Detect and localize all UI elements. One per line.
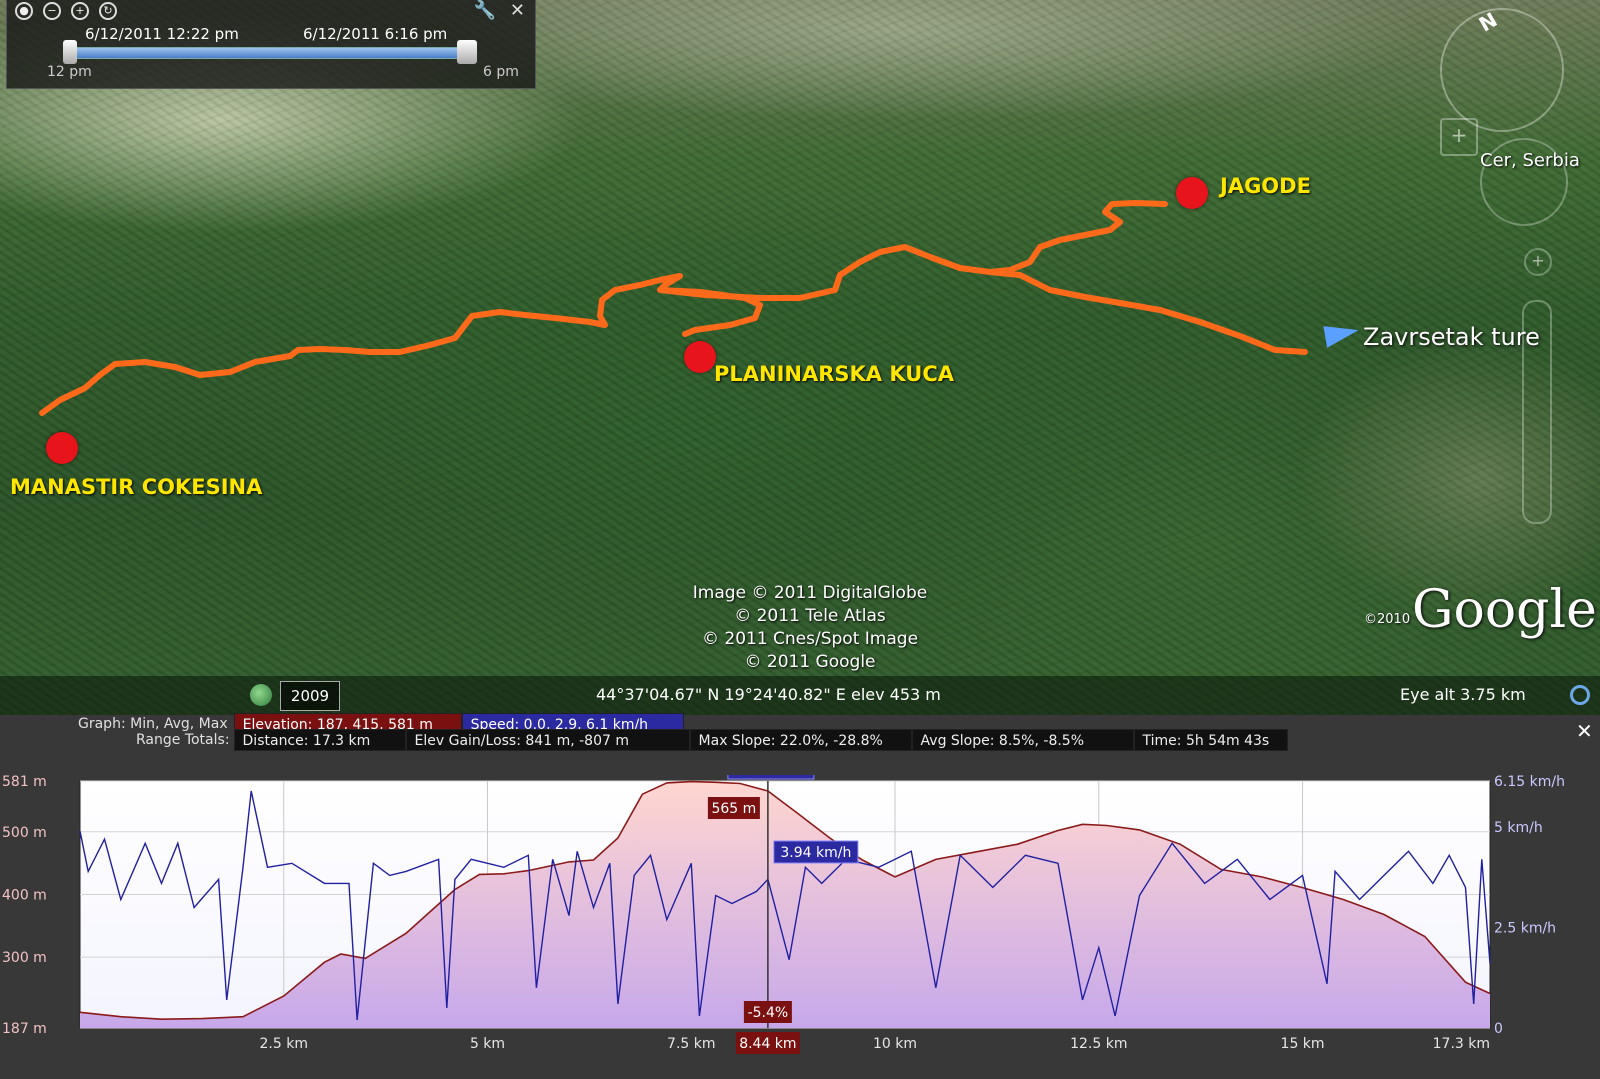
- imagery-year[interactable]: 2009: [280, 681, 340, 711]
- time-stat: Time: 5h 54m 43s: [1133, 729, 1288, 751]
- poi-marker-manastir-cokesina[interactable]: [46, 432, 78, 464]
- left-tick-label: 400 m: [2, 887, 47, 903]
- poi-label-manastir-cokesina: MANASTIR COKESINA: [10, 475, 263, 499]
- time-range-min-label: 12 pm: [47, 64, 92, 80]
- time-slider-end-handle[interactable]: [457, 40, 477, 64]
- place-label: Cer, Serbia: [1480, 150, 1580, 171]
- left-tick-label: 581 m: [2, 775, 47, 790]
- range-totals-label: Range Totals:: [136, 732, 230, 748]
- map-view[interactable]: JAGODE PLANINARSKA KUCA MANASTIR COKESIN…: [0, 0, 1600, 715]
- attribution-line: © 2011 Cnes/Spot Image: [701, 629, 919, 649]
- close-profile-icon[interactable]: ✕: [1576, 719, 1593, 743]
- right-tick-label: 0: [1494, 1021, 1503, 1037]
- time-slider-panel: ● − + ↻ 🔧 ✕ 6/12/2011 12:22 pm 6/12/2011…: [6, 0, 536, 89]
- right-tick-label: 5 km/h: [1494, 820, 1543, 836]
- x-tick-label: 2.5 km: [260, 1036, 308, 1052]
- zoom-out-time-icon[interactable]: −: [43, 2, 61, 20]
- range-totals-row: Range Totals: Distance: 17.3 km Elev Gai…: [136, 729, 1288, 751]
- close-icon[interactable]: ✕: [510, 0, 525, 21]
- cursor-speed-label: 3.94 km/h: [780, 845, 851, 861]
- loop-icon[interactable]: ↻: [99, 2, 117, 20]
- attribution-line: © 2011 Google: [744, 652, 876, 672]
- attribution-line: © 2011 Tele Atlas: [734, 606, 886, 626]
- x-tick-label: 7.5 km: [667, 1036, 715, 1052]
- status-bar: 2009 44°37'04.67" N 19°24'40.82" E elev …: [0, 676, 1600, 715]
- zoom-slider[interactable]: [1522, 300, 1552, 524]
- x-tick-label: 10 km: [873, 1036, 917, 1052]
- right-tick-label: 6.15 km/h: [1494, 775, 1565, 790]
- attribution-line: Image © 2011 DigitalGlobe: [692, 583, 928, 603]
- zoom-in-icon[interactable]: +: [1524, 248, 1552, 276]
- poi-label-jagode: JAGODE: [1220, 174, 1311, 198]
- x-tick-label: 5 km: [470, 1036, 505, 1052]
- left-tick-label: 300 m: [2, 950, 47, 966]
- x-tick-label: 17.3 km: [1433, 1036, 1490, 1052]
- zoom-in-time-icon[interactable]: +: [71, 2, 89, 20]
- poi-label-planinarska-kuca: PLANINARSKA KUCA: [714, 362, 954, 386]
- time-range-end: 6/12/2011 6:16 pm: [303, 25, 448, 43]
- poi-marker-planinarska-kuca[interactable]: [684, 341, 716, 373]
- right-axis: 6.15 km/h 5 km/h 2.5 km/h 0: [1494, 775, 1565, 1037]
- street-view-icon[interactable]: +: [1440, 118, 1478, 156]
- x-tick-label: 12.5 km: [1070, 1036, 1127, 1052]
- poi-marker-jagode[interactable]: [1176, 177, 1208, 209]
- wrench-icon[interactable]: 🔧: [473, 0, 495, 21]
- google-logo: Google: [1412, 580, 1597, 640]
- time-slider-start-handle[interactable]: [63, 40, 77, 64]
- max-slope-stat: Max Slope: 22.0%, -28.8%: [689, 729, 912, 751]
- left-axis: 581 m 500 m 400 m 300 m 187 m: [2, 775, 47, 1037]
- left-tick-label: 187 m: [2, 1021, 47, 1037]
- imagery-attribution: Image © 2011 DigitalGlobe © 2011 Tele At…: [640, 582, 980, 674]
- cursor-slope-label: -5.4%: [748, 1005, 789, 1021]
- clock-icon[interactable]: ●: [15, 2, 33, 20]
- time-range-start: 6/12/2011 12:22 pm: [85, 25, 239, 43]
- time-range-max-label: 6 pm: [483, 64, 519, 80]
- copyright-year: ©2010: [1364, 612, 1411, 627]
- eye-altitude: Eye alt 3.75 km: [1400, 685, 1526, 704]
- x-axis: 2.5 km 5 km 7.5 km 10 km 12.5 km 15 km 17.3 km: [260, 1036, 1490, 1052]
- cursor-time-label: 3h 2m 54s: [734, 775, 808, 778]
- historical-imagery-icon[interactable]: [250, 684, 272, 706]
- right-tick-label: 2.5 km/h: [1494, 921, 1556, 937]
- end-tour-label: Zavrsetak ture: [1363, 323, 1540, 351]
- elevation-profile-panel: Graph: Min, Avg, Max Elevation: 187, 415…: [0, 713, 1600, 1079]
- elev-gain-loss-stat: Elev Gain/Loss: 841 m, -807 m: [405, 729, 690, 751]
- avg-slope-stat: Avg Slope: 8.5%, -8.5%: [911, 729, 1134, 751]
- left-tick-label: 500 m: [2, 825, 47, 841]
- cursor-distance-label: 8.44 km: [739, 1036, 796, 1052]
- streaming-indicator-icon: [1570, 685, 1590, 705]
- elevation-speed-chart[interactable]: 581 m 500 m 400 m 300 m 187 m 6.15 km/h 5 km/…: [0, 775, 1600, 1079]
- x-tick-label: 15 km: [1281, 1036, 1325, 1052]
- distance-stat: Distance: 17.3 km: [233, 729, 406, 751]
- cursor-elevation-label: 565 m: [711, 801, 756, 817]
- time-slider-track[interactable]: [71, 47, 471, 59]
- cursor-coordinates: 44°37'04.67" N 19°24'40.82" E elev 453 m: [596, 685, 941, 704]
